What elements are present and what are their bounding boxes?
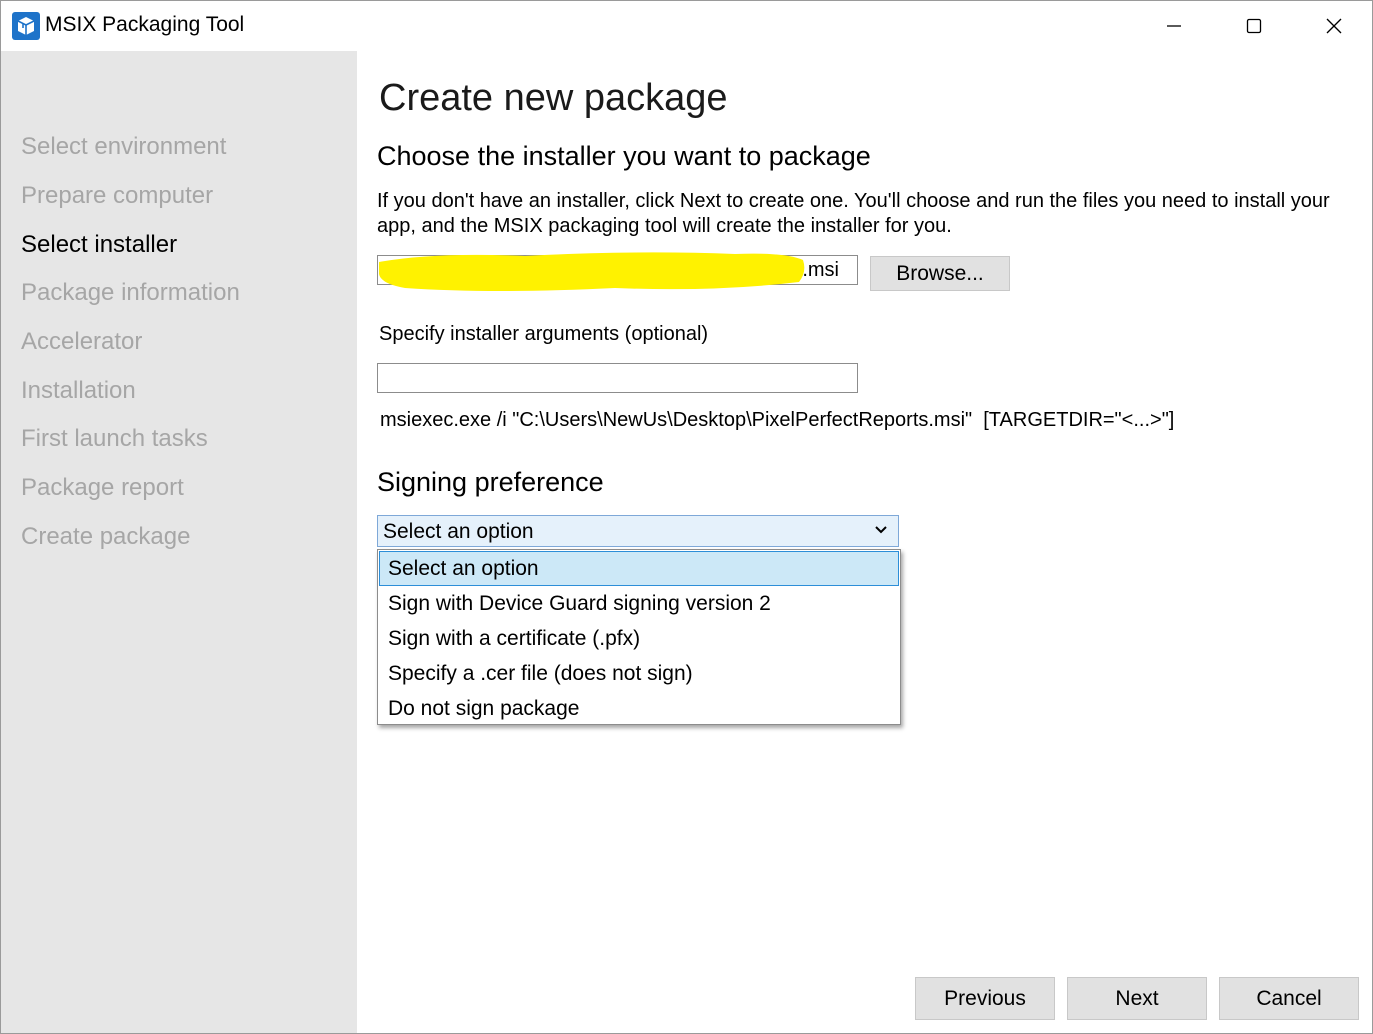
sidebar-step-select-installer: Select installer: [21, 231, 178, 258]
signing-option-certificate-pfx[interactable]: Sign with a certificate (.pfx): [379, 621, 899, 656]
sidebar-step-installation: Installation: [21, 377, 136, 404]
sidebar-step-create-package: Create package: [21, 523, 191, 550]
signing-select-value: Select an option: [383, 520, 534, 543]
sidebar-step-first-launch-tasks: First launch tasks: [21, 425, 208, 452]
chevron-down-icon: [875, 526, 887, 534]
installer-heading: Choose the installer you want to package: [377, 141, 871, 171]
minimize-icon: [1167, 25, 1181, 27]
sidebar-step-package-report: Package report: [21, 474, 184, 501]
signing-heading: Signing preference: [377, 467, 604, 497]
command-line-preview: msiexec.exe /i "C:\Users\NewUs\Desktop\P…: [380, 409, 1175, 431]
sidebar-step-prepare-computer: Prepare computer: [21, 182, 214, 209]
close-button[interactable]: [1294, 1, 1373, 51]
signing-option-cer-file[interactable]: Specify a .cer file (does not sign): [379, 656, 899, 691]
sidebar-step-accelerator: Accelerator: [21, 328, 143, 355]
maximize-button[interactable]: [1214, 1, 1294, 51]
page-title: Create new package: [379, 77, 728, 119]
sidebar-step-select-environment: Select environment: [21, 133, 227, 160]
app-window: MSIX Packaging Tool Select environment P…: [0, 0, 1373, 1034]
previous-button[interactable]: Previous: [915, 977, 1055, 1020]
close-icon: [1326, 18, 1342, 34]
title-bar[interactable]: MSIX Packaging Tool: [1, 1, 1372, 51]
browse-button[interactable]: Browse...: [870, 256, 1010, 291]
installer-arguments-input[interactable]: [377, 363, 858, 393]
minimize-button[interactable]: [1134, 1, 1214, 51]
signing-options-dropdown: Select an option Sign with Device Guard …: [377, 549, 901, 725]
installer-description: If you don't have an installer, click Ne…: [377, 190, 1330, 237]
cancel-button[interactable]: Cancel: [1219, 977, 1359, 1020]
signing-option-do-not-sign[interactable]: Do not sign package: [379, 691, 899, 726]
maximize-icon: [1246, 18, 1262, 34]
window-title: MSIX Packaging Tool: [45, 13, 245, 36]
next-button[interactable]: Next: [1067, 977, 1207, 1020]
msix-package-icon: [12, 12, 40, 40]
signing-option-select-an-option[interactable]: Select an option: [379, 551, 899, 586]
installer-path-input[interactable]: s.msi: [377, 255, 858, 285]
sidebar-step-package-information: Package information: [21, 279, 240, 306]
installer-arguments-label: Specify installer arguments (optional): [379, 323, 709, 345]
main-content: Create new package Choose the installer …: [357, 51, 1372, 1033]
installer-path-value: s.msi: [792, 259, 839, 281]
signing-preference-select[interactable]: Select an option: [377, 515, 899, 547]
signing-option-device-guard[interactable]: Sign with Device Guard signing version 2: [379, 586, 899, 621]
wizard-steps-sidebar: Select environment Prepare computer Sele…: [1, 51, 357, 1033]
